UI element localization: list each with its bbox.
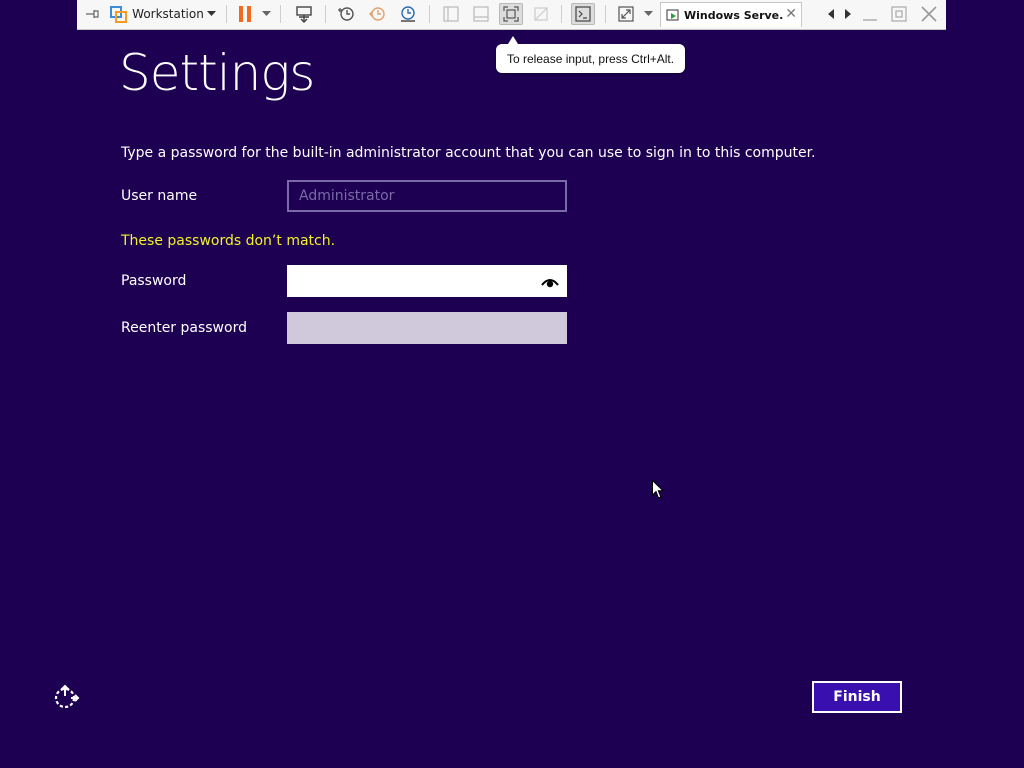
console-icon[interactable] [571, 3, 595, 25]
minimize-icon[interactable] [859, 3, 881, 25]
eye-icon[interactable] [541, 274, 559, 288]
unity-icon[interactable] [530, 3, 552, 25]
chevron-down-icon[interactable] [204, 3, 218, 25]
tab-right-icon[interactable] [842, 3, 854, 25]
instructions-text: Type a password for the built-in adminis… [121, 145, 816, 161]
ease-of-access-icon[interactable] [52, 684, 80, 710]
pause-icon[interactable] [234, 3, 256, 25]
chevron-down-icon[interactable] [259, 3, 273, 25]
tooltip-text: To release input, press Ctrl+Alt. [507, 51, 675, 66]
reenter-password-label: Reenter password [121, 320, 247, 336]
vm-tab-title: Windows Serve... [684, 8, 784, 22]
pin-icon[interactable] [83, 3, 103, 25]
close-icon[interactable] [918, 3, 940, 25]
send-ctrl-alt-del-icon[interactable] [293, 3, 315, 25]
username-label: User name [121, 188, 198, 204]
view-library-icon[interactable] [440, 3, 462, 25]
finish-button-label: Finish [833, 689, 881, 705]
toolbar-divider [429, 5, 430, 23]
toolbar-divider [561, 5, 562, 23]
password-label: Password [121, 273, 187, 289]
vm-tab[interactable]: Windows Serve... ✕ [660, 2, 802, 27]
restore-icon[interactable] [888, 3, 910, 25]
password-field[interactable] [287, 265, 567, 297]
mouse-cursor-icon [652, 479, 665, 500]
password-mismatch-error: These passwords don’t match. [121, 233, 336, 249]
vmware-logo-icon [108, 3, 128, 25]
snapshot-manager-icon[interactable] [397, 3, 419, 25]
snapshot-take-icon[interactable] [335, 3, 357, 25]
snapshot-revert-icon[interactable] [366, 3, 388, 25]
release-input-tooltip: To release input, press Ctrl+Alt. [496, 36, 686, 73]
toolbar-divider [226, 5, 227, 23]
toolbar-divider [325, 5, 326, 23]
view-thumbnail-icon[interactable] [470, 3, 492, 25]
close-icon[interactable]: ✕ [785, 6, 797, 22]
reenter-password-field[interactable] [287, 312, 567, 344]
workstation-label: Workstation [132, 7, 204, 21]
chevron-down-icon[interactable] [641, 3, 655, 25]
page-title: Settings [119, 44, 315, 102]
tab-left-icon[interactable] [825, 3, 837, 25]
vmware-toolbar: Workstation Windows Serve... ✕ [77, 0, 946, 30]
fullscreen-icon[interactable] [615, 3, 637, 25]
fit-guest-icon[interactable] [499, 3, 523, 25]
finish-button[interactable]: Finish [812, 681, 902, 713]
workstation-menu[interactable]: Workstation [132, 3, 204, 25]
toolbar-divider [280, 5, 281, 23]
username-field [287, 180, 567, 212]
toolbar-divider [605, 5, 606, 23]
vm-running-icon [666, 8, 680, 22]
